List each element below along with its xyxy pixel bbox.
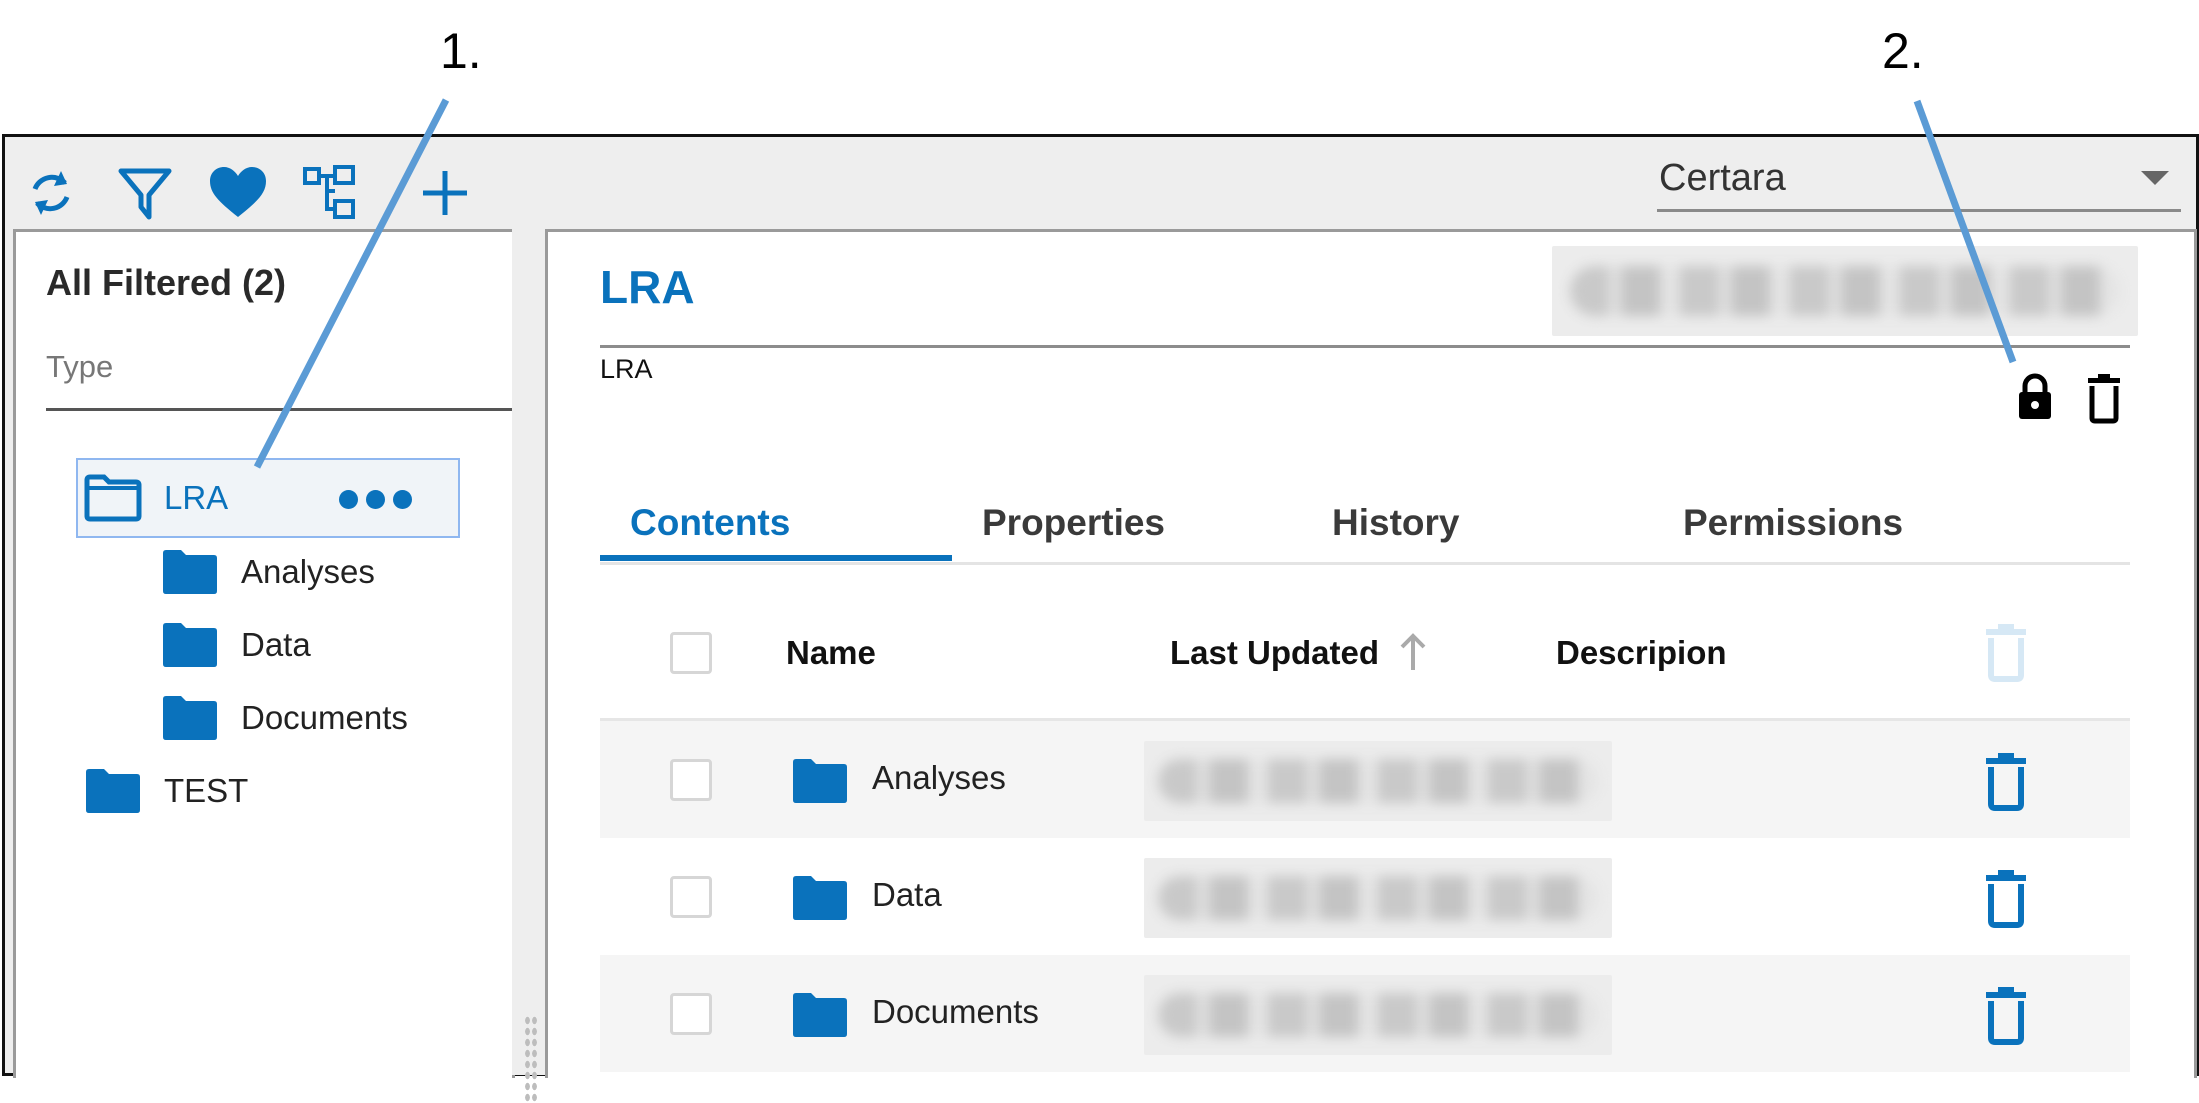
trash-icon[interactable]: [1982, 985, 2030, 1045]
trash-icon[interactable]: [1982, 751, 2030, 811]
row-checkbox[interactable]: [670, 759, 712, 801]
delete-selected-trash-icon[interactable]: [1982, 622, 2030, 682]
tree-item-label: Analyses: [241, 553, 375, 590]
column-header-last-updated[interactable]: Last Updated: [1170, 634, 1379, 672]
row-name[interactable]: Data: [872, 876, 942, 914]
type-filter-underline: [46, 408, 516, 411]
sidebar-panel: All Filtered (2) Type LRA Analyses Data …: [13, 229, 516, 1078]
app-window: Certara All Filtered (2) Type LRA Analys…: [2, 134, 2199, 1103]
sidebar-title: All Filtered (2): [46, 262, 287, 303]
folder-icon: [163, 550, 217, 594]
lock-icon[interactable]: [2016, 372, 2054, 422]
select-all-checkbox[interactable]: [670, 632, 712, 674]
workspace-dropdown[interactable]: Certara: [1657, 147, 2181, 212]
panel-splitter[interactable]: [512, 229, 545, 1103]
main-panel: LRA LRA Contents Properties History Perm…: [545, 229, 2197, 1078]
active-tab-indicator: [600, 555, 952, 561]
tree-item-label: Documents: [241, 699, 408, 736]
tree-item-documents[interactable]: Documents: [161, 682, 408, 754]
workspace-dropdown-value: Certara: [1659, 157, 1786, 199]
table-row[interactable]: Analyses: [600, 721, 2130, 838]
page-title: LRA: [600, 261, 695, 313]
row-last-updated-redacted: [1144, 975, 1612, 1055]
tree-item-label: TEST: [164, 772, 249, 809]
refresh-icon[interactable]: [21, 163, 81, 223]
table-row[interactable]: Data: [600, 838, 2130, 955]
row-last-updated-redacted: [1144, 741, 1612, 821]
trash-icon[interactable]: [2086, 372, 2122, 424]
tab-properties[interactable]: Properties: [982, 502, 1165, 558]
column-header-description[interactable]: Descripion: [1556, 634, 1727, 672]
folder-icon: [163, 696, 217, 740]
drag-handle-icon[interactable]: [524, 1015, 538, 1103]
folder-icon: [163, 623, 217, 667]
trash-icon[interactable]: [1982, 868, 2030, 928]
sort-ascending-icon[interactable]: [1398, 632, 1428, 672]
folder-icon: [793, 876, 847, 920]
page-subtitle: LRA: [600, 354, 653, 384]
tree-item-lra[interactable]: LRA: [76, 458, 460, 538]
redacted-info: [1552, 246, 2138, 336]
folder-icon: [86, 769, 140, 813]
title-underline: [600, 345, 2130, 348]
tree-item-label: Data: [241, 626, 311, 663]
callout-2-label: 2.: [1882, 23, 1924, 79]
row-name[interactable]: Analyses: [872, 759, 1006, 797]
row-name[interactable]: Documents: [872, 993, 1039, 1031]
folder-icon: [793, 759, 847, 803]
filter-icon[interactable]: [115, 163, 175, 223]
favorites-heart-icon[interactable]: [208, 163, 268, 223]
chevron-down-icon: [2141, 171, 2169, 185]
more-options-icon[interactable]: [339, 490, 412, 509]
row-last-updated-redacted: [1144, 858, 1612, 938]
table-header: Name Last Updated Descripion: [600, 592, 2130, 721]
tab-history[interactable]: History: [1332, 502, 1459, 558]
tree-item-test[interactable]: TEST: [84, 755, 248, 827]
callout-1-label: 1.: [440, 23, 482, 79]
add-plus-icon[interactable]: [415, 163, 475, 223]
tree-item-label: LRA: [164, 479, 229, 516]
tab-contents[interactable]: Contents: [630, 502, 790, 558]
table-row[interactable]: Documents: [600, 955, 2130, 1072]
row-checkbox[interactable]: [670, 993, 712, 1035]
folder-outline-icon: [84, 474, 142, 522]
type-filter-label[interactable]: Type: [46, 349, 113, 385]
tree-item-data[interactable]: Data: [161, 609, 311, 681]
tree-item-analyses[interactable]: Analyses: [161, 536, 375, 608]
hierarchy-tree-icon[interactable]: [301, 163, 361, 223]
row-checkbox[interactable]: [670, 876, 712, 918]
tab-permissions[interactable]: Permissions: [1683, 502, 1903, 558]
folder-icon: [793, 993, 847, 1037]
tab-bar: Contents Properties History Permissions: [600, 502, 2130, 565]
column-header-name[interactable]: Name: [786, 634, 876, 672]
